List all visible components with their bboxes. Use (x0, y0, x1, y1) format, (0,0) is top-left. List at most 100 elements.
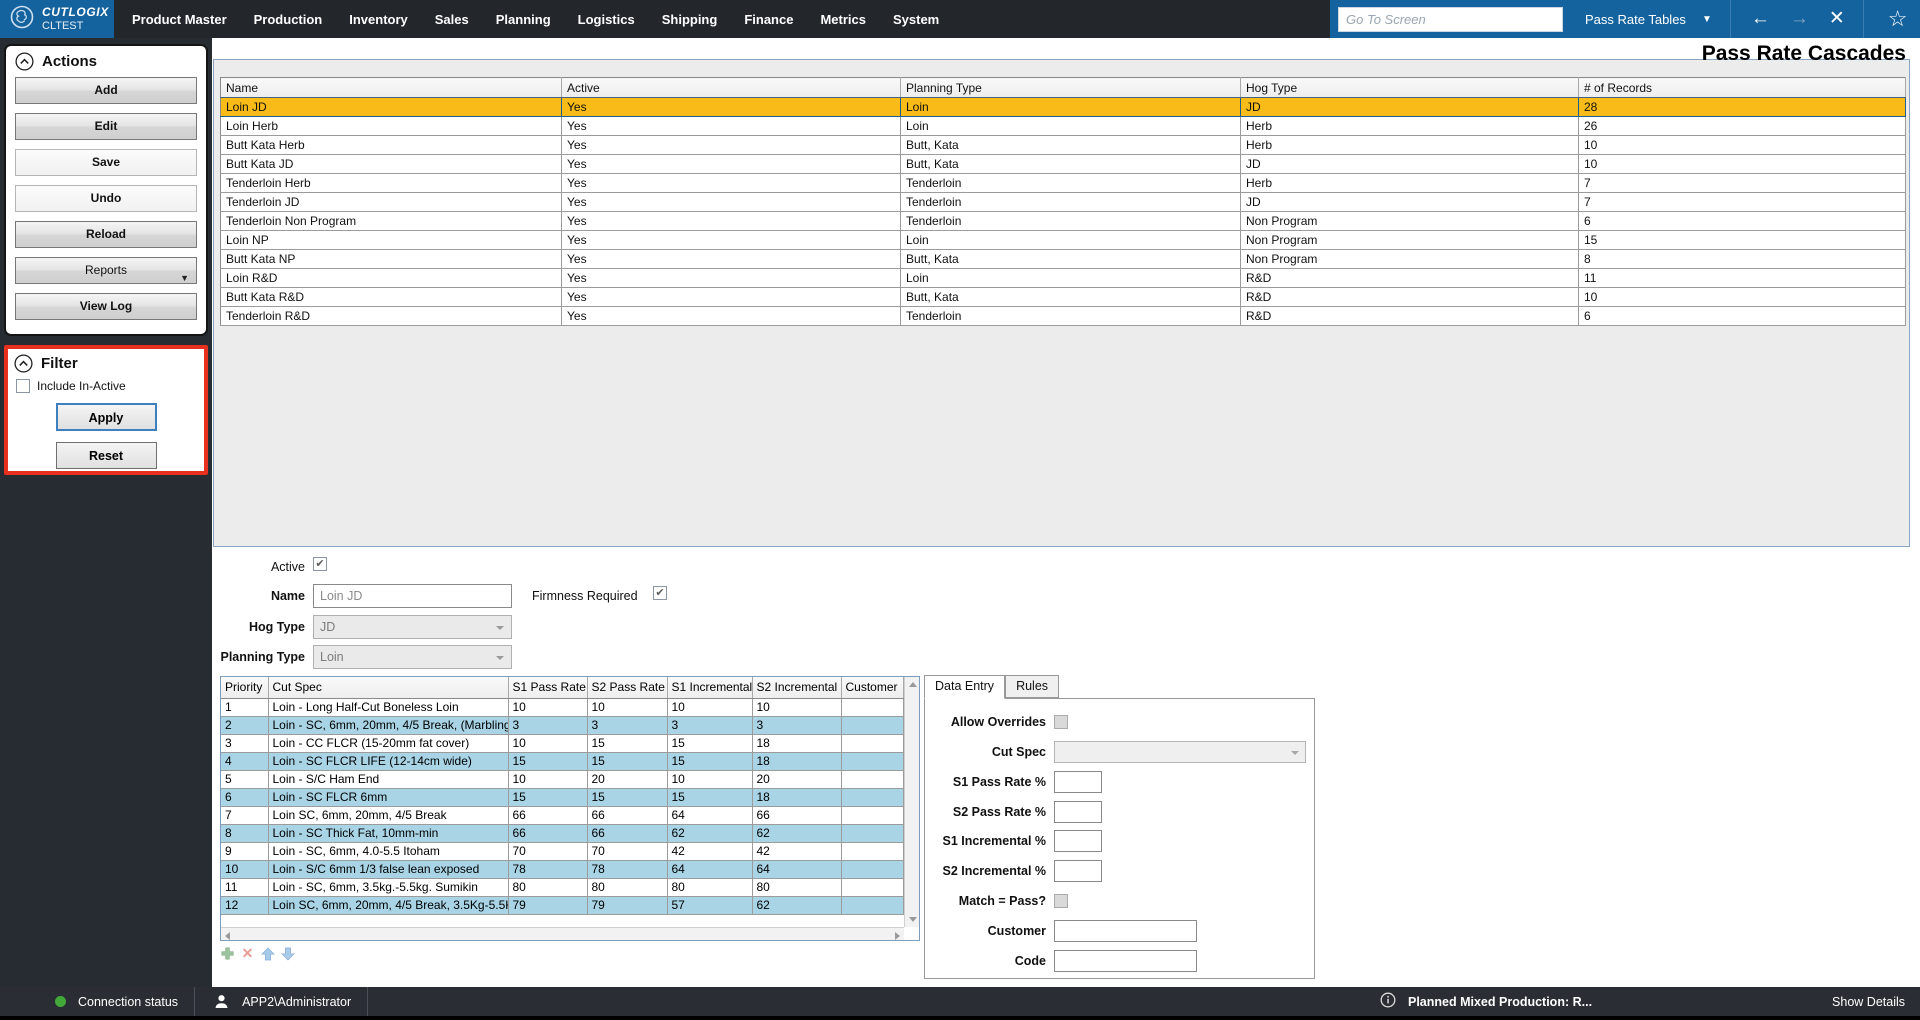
table-cell[interactable]: 6 (221, 788, 268, 806)
table-cell[interactable]: Loin SC, 6mm, 20mm, 4/5 Break, 3.5Kg-5.5… (268, 896, 508, 914)
table-cell[interactable]: 2 (221, 716, 268, 734)
table-cell[interactable]: 10 (752, 698, 841, 716)
s1-incremental-input[interactable] (1054, 830, 1102, 852)
table-row[interactable]: 9Loin - SC, 6mm, 4.0-5.5 Itoham70704242 (221, 842, 904, 860)
table-cell[interactable]: 64 (667, 806, 752, 824)
table-cell[interactable]: 64 (667, 860, 752, 878)
table-cell[interactable]: 15 (587, 734, 667, 752)
save-button[interactable]: Save (15, 149, 197, 176)
table-cell[interactable] (841, 824, 904, 842)
filter-collapse-icon[interactable] (14, 354, 33, 373)
column-header[interactable]: Hog Type (1241, 78, 1579, 98)
table-cell[interactable]: Herb (1241, 136, 1579, 155)
table-cell[interactable]: 10 (1579, 155, 1906, 174)
column-header[interactable]: Name (221, 78, 562, 98)
include-inactive-checkbox[interactable] (16, 379, 30, 393)
table-cell[interactable]: Yes (562, 136, 901, 155)
table-cell[interactable]: 11 (1579, 269, 1906, 288)
table-cell[interactable]: Yes (562, 231, 901, 250)
table-cell[interactable]: 18 (752, 788, 841, 806)
column-header[interactable]: # of Records (1579, 78, 1906, 98)
table-cell[interactable]: 7 (1579, 193, 1906, 212)
s2-pass-rate-input[interactable] (1054, 801, 1102, 823)
table-cell[interactable]: Loin - SC FLCR LIFE (12-14cm wide) (268, 752, 508, 770)
reload-button[interactable]: Reload (15, 221, 197, 248)
table-cell[interactable]: 62 (752, 824, 841, 842)
table-row[interactable]: 7Loin SC, 6mm, 20mm, 4/5 Break66666466 (221, 806, 904, 824)
column-header[interactable]: Priority (221, 677, 268, 698)
table-row[interactable]: Tenderloin Non ProgramYesTenderloinNon P… (221, 212, 1906, 231)
table-cell[interactable]: 10 (508, 734, 587, 752)
menu-system[interactable]: System (893, 12, 939, 27)
table-cell[interactable]: 70 (587, 842, 667, 860)
table-cell[interactable]: 70 (508, 842, 587, 860)
table-cell[interactable]: Non Program (1241, 250, 1579, 269)
table-cell[interactable]: R&D (1241, 288, 1579, 307)
scroll-up-icon[interactable] (909, 682, 917, 687)
table-cell[interactable]: Tenderloin Non Program (221, 212, 562, 231)
active-checkbox[interactable]: ✔ (313, 557, 327, 571)
table-row[interactable]: Loin JDYesLoinJD28 (221, 98, 1906, 117)
screen-selector-caret-icon[interactable]: ▼ (1702, 14, 1712, 25)
table-cell[interactable]: Loin - SC FLCR 6mm (268, 788, 508, 806)
table-cell[interactable]: Loin - SC, 6mm, 3.5kg.-5.5kg. Sumikin (268, 878, 508, 896)
table-cell[interactable]: Butt, Kata (901, 136, 1241, 155)
table-row[interactable]: Loin HerbYesLoinHerb26 (221, 117, 1906, 136)
table-row[interactable]: 3Loin - CC FLCR (15-20mm fat cover)10151… (221, 734, 904, 752)
table-row[interactable]: 5Loin - S/C Ham End10201020 (221, 770, 904, 788)
table-cell[interactable]: 3 (587, 716, 667, 734)
s2-incremental-input[interactable] (1054, 860, 1102, 882)
menu-shipping[interactable]: Shipping (662, 12, 718, 27)
table-cell[interactable]: 20 (752, 770, 841, 788)
view-log-button[interactable]: View Log (15, 293, 197, 320)
table-cell[interactable]: 10 (221, 860, 268, 878)
tab-rules[interactable]: Rules (1005, 675, 1059, 698)
table-cell[interactable]: Yes (562, 269, 901, 288)
cut-spec-combo[interactable] (1054, 741, 1306, 763)
table-cell[interactable]: 10 (1579, 288, 1906, 307)
scroll-left-icon[interactable] (225, 932, 230, 940)
table-cell[interactable]: Loin JD (221, 98, 562, 117)
table-cell[interactable]: Butt Kata JD (221, 155, 562, 174)
table-cell[interactable]: Butt Kata NP (221, 250, 562, 269)
table-cell[interactable] (841, 716, 904, 734)
table-row[interactable]: Butt Kata HerbYesButt, KataHerb10 (221, 136, 1906, 155)
table-cell[interactable]: 8 (1579, 250, 1906, 269)
table-cell[interactable]: Tenderloin R&D (221, 307, 562, 326)
column-header[interactable]: Cut Spec (268, 677, 508, 698)
table-cell[interactable]: 80 (508, 878, 587, 896)
table-cell[interactable]: Non Program (1241, 231, 1579, 250)
table-cell[interactable]: Tenderloin (901, 307, 1241, 326)
table-cell[interactable]: Loin R&D (221, 269, 562, 288)
table-cell[interactable]: 15 (667, 734, 752, 752)
table-cell[interactable]: Yes (562, 250, 901, 269)
apply-button[interactable]: Apply (56, 403, 157, 431)
scroll-down-icon[interactable] (909, 917, 917, 922)
table-cell[interactable] (841, 734, 904, 752)
table-cell[interactable]: Yes (562, 117, 901, 136)
column-header[interactable]: Customer (841, 677, 904, 698)
table-row[interactable]: Butt Kata R&DYesButt, KataR&D10 (221, 288, 1906, 307)
table-cell[interactable]: 15 (667, 752, 752, 770)
table-cell[interactable]: JD (1241, 193, 1579, 212)
firmness-required-checkbox[interactable]: ✔ (653, 586, 667, 600)
table-cell[interactable]: 64 (752, 860, 841, 878)
column-header[interactable]: S2 Pass Rate (587, 677, 667, 698)
table-cell[interactable]: 26 (1579, 117, 1906, 136)
table-cell[interactable]: 79 (508, 896, 587, 914)
menu-product-master[interactable]: Product Master (132, 12, 227, 27)
column-header[interactable]: S1 Incremental (667, 677, 752, 698)
table-cell[interactable]: JD (1241, 98, 1579, 117)
reports-dropdown-button[interactable]: Reports▼ (15, 257, 197, 284)
table-cell[interactable]: 10 (508, 770, 587, 788)
table-cell[interactable]: Yes (562, 174, 901, 193)
menu-production[interactable]: Production (254, 12, 323, 27)
table-cell[interactable]: 8 (221, 824, 268, 842)
table-cell[interactable]: 66 (508, 824, 587, 842)
move-down-icon[interactable] (280, 946, 295, 961)
move-up-icon[interactable] (260, 946, 275, 961)
table-row[interactable]: Loin NPYesLoinNon Program15 (221, 231, 1906, 250)
table-row[interactable]: 11Loin - SC, 6mm, 3.5kg.-5.5kg. Sumikin8… (221, 878, 904, 896)
table-cell[interactable]: JD (1241, 155, 1579, 174)
delete-row-icon[interactable]: ✕ (240, 946, 255, 961)
